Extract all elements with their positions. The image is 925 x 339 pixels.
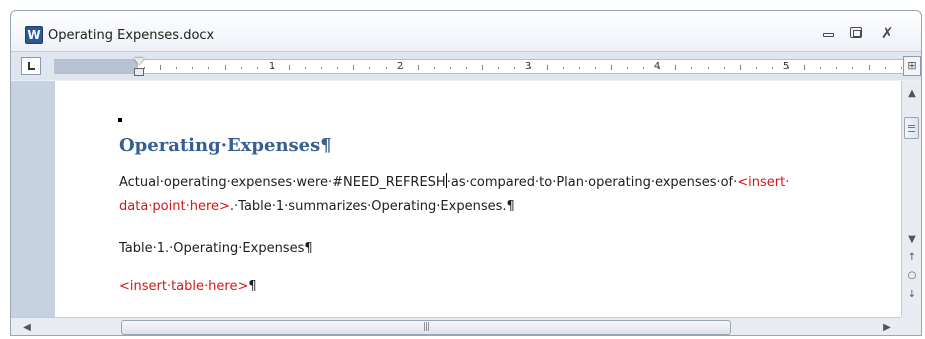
ruler-tick [337, 67, 338, 69]
pilcrow-mark: ¶ [248, 279, 257, 294]
ruler-tick [369, 67, 370, 69]
tab-stop-selector[interactable] [21, 57, 41, 75]
ruler-tick [498, 67, 499, 69]
ruler-tick [225, 65, 226, 70]
select-browse-object-button[interactable]: ○ [902, 267, 921, 285]
ruler-tick [611, 65, 612, 70]
ruler-number-1: 1 [268, 61, 276, 72]
para1-text-a: Actual·operating·expenses·were·#NEED_REF… [119, 175, 446, 190]
scroll-up-button[interactable]: ▲ [902, 85, 921, 103]
ruler-tick [466, 67, 467, 69]
ruler-tick [176, 67, 177, 69]
ruler-tick [708, 67, 709, 69]
insert-table-placeholder: <insert·table·here> [119, 279, 249, 294]
vertical-scroll-thumb[interactable] [904, 117, 919, 139]
ruler-number-4: 4 [653, 61, 661, 72]
document-area: Operating·Expenses¶ Actual·operating·exp… [11, 81, 901, 317]
view-ruler-button[interactable]: ⊞ [903, 56, 921, 76]
ruler-tick [418, 65, 419, 70]
horizontal-scrollbar[interactable]: ◀ ||| ▶ [11, 317, 901, 335]
minimize-icon [823, 33, 834, 37]
ruler-tick [434, 67, 435, 69]
ruler-tick [482, 65, 483, 70]
para1-text-b: ·as·compared·to·Plan·operating·expenses·… [446, 175, 738, 190]
ruler-tick [305, 67, 306, 69]
ruler-tick [627, 67, 628, 69]
restore-icon [850, 27, 862, 38]
ruler-tick [643, 67, 644, 69]
ruler-tick [804, 65, 805, 70]
next-page-button[interactable]: ↓ [902, 286, 921, 304]
paragraph-line-1[interactable]: Actual·operating·expenses·were·#NEED_REF… [119, 173, 789, 190]
word-app-icon[interactable]: W [25, 26, 43, 44]
insert-datapoint-placeholder-start: <insert· [737, 175, 790, 190]
window-title: Operating Expenses.docx [48, 28, 215, 43]
scrollbar-corner [901, 317, 921, 335]
ruler-tick [547, 65, 548, 70]
ruler-tick [901, 67, 902, 69]
ruler-tick [885, 67, 886, 69]
previous-page-button[interactable]: ↑ [902, 249, 921, 267]
ruler-bar: 1 2 3 4 5 ⊞ [11, 51, 921, 80]
ruler-tick [160, 65, 161, 70]
close-button[interactable]: ✗ [877, 24, 899, 42]
document-heading[interactable]: Operating·Expenses¶ [119, 135, 332, 156]
ruler-tick [869, 65, 870, 70]
ruler-tick [386, 67, 387, 69]
horizontal-ruler[interactable]: 1 2 3 4 5 [54, 58, 907, 76]
ruler-tick [144, 67, 145, 69]
ruler-number-5: 5 [782, 61, 790, 72]
document-window: W Operating Expenses.docx ✗ 1 2 3 4 5 ⊞ … [10, 10, 922, 336]
ruler-tick [852, 67, 853, 69]
scroll-down-button[interactable]: ▼ [902, 231, 921, 249]
ruler-tick [595, 67, 596, 69]
ruler-tick [772, 67, 773, 69]
ruler-tick [563, 67, 564, 69]
para2-text: .·Table·1·summarizes·Operating·Expenses.… [229, 199, 515, 214]
ruler-tick [241, 67, 242, 69]
ruler-tick [820, 67, 821, 69]
scroll-right-button[interactable]: ▶ [877, 318, 897, 335]
paragraph-line-2[interactable]: data·point·here>.·Table·1·summarizes·Ope… [119, 199, 515, 214]
ruler-tick [836, 67, 837, 69]
table-caption[interactable]: Table·1.·Operating·Expenses¶ [119, 241, 313, 256]
ruler-left-margin [54, 60, 138, 73]
ruler-tick [740, 65, 741, 70]
ruler-tick [514, 67, 515, 69]
ruler-number-2: 2 [396, 61, 404, 72]
ruler-tick [257, 67, 258, 69]
ruler-tick [289, 65, 290, 70]
ruler-tick [208, 67, 209, 69]
ruler-tick [321, 67, 322, 69]
ruler-number-3: 3 [524, 61, 532, 72]
ruler-tick [756, 67, 757, 69]
ruler-tick [579, 67, 580, 69]
close-icon: ✗ [881, 24, 894, 42]
document-page[interactable]: Operating·Expenses¶ Actual·operating·exp… [55, 81, 901, 317]
ruler-tick [724, 67, 725, 69]
horizontal-scroll-thumb[interactable]: ||| [121, 320, 731, 335]
ruler-tick [450, 67, 451, 69]
ruler-tick [353, 65, 354, 70]
scroll-left-button[interactable]: ◀ [17, 318, 37, 335]
first-line-indent-marker[interactable] [134, 58, 144, 65]
left-indent-marker[interactable] [134, 68, 144, 76]
insert-table-placeholder-line[interactable]: <insert·table·here>¶ [119, 279, 257, 294]
ruler-tick [691, 67, 692, 69]
ruler-tick [675, 65, 676, 70]
insert-datapoint-placeholder-end: data·point·here> [119, 199, 230, 214]
title-bar[interactable]: W Operating Expenses.docx ✗ [11, 11, 921, 49]
ruler-tick [192, 67, 193, 69]
maximize-button[interactable] [845, 24, 867, 42]
vertical-ruler [19, 81, 55, 317]
paragraph-anchor-mark [118, 118, 122, 122]
vertical-scrollbar[interactable]: ▲ ▼ ↑ ○ ↓ [901, 81, 921, 317]
minimize-button[interactable] [817, 24, 839, 42]
